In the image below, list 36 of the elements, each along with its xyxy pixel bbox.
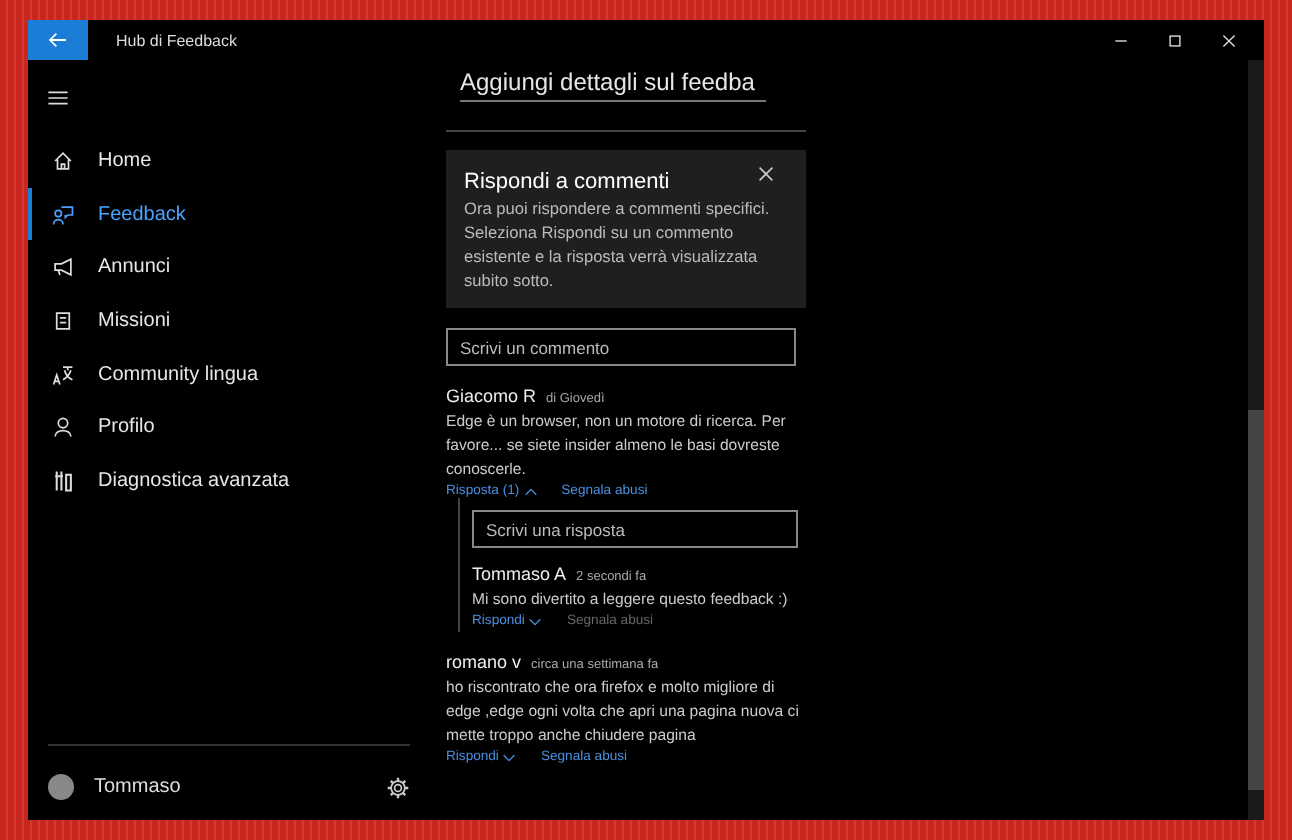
close-icon[interactable] [758, 166, 774, 182]
tools-icon [52, 469, 74, 492]
scrollbar[interactable] [1248, 60, 1264, 820]
caret-icon [523, 487, 538, 495]
tip-text: Ora puoi rispondere a commenti specifici. Seleziona Rispondi su un commento esistente e la risposta verrà visualizzata subito sotto. [464, 196, 772, 292]
scroll-icon [52, 309, 74, 332]
maximize-icon[interactable] [1168, 33, 1182, 47]
home-icon [52, 149, 74, 172]
back-arrow-icon [48, 32, 68, 48]
sidebar-item[interactable]: Feedback [28, 187, 430, 241]
settings-icon[interactable] [386, 775, 410, 799]
back-button[interactable] [28, 20, 88, 60]
avatar[interactable] [48, 774, 74, 800]
caret-icon [502, 753, 517, 761]
comment-author: Giacomo R [446, 386, 537, 406]
reply-field[interactable]: Scrivi una risposta [472, 510, 798, 548]
sidebar-item[interactable]: Annunci [28, 240, 430, 295]
sidebar-item[interactable]: Community lingua [28, 347, 430, 401]
sidebar-item[interactable]: Profilo [28, 400, 430, 455]
comment-field[interactable]: Scrivi un commento [446, 328, 796, 366]
person-speech-icon [52, 203, 74, 226]
person-icon [52, 416, 74, 439]
caret-icon [528, 617, 543, 625]
sidebar-item[interactable]: Missioni [28, 294, 430, 348]
details-dropdown[interactable]: Aggiungi dettagli sul feedba [460, 68, 766, 102]
comment-author: romano v [446, 652, 522, 672]
language-icon [52, 363, 74, 386]
user-name: Tommaso [94, 776, 183, 798]
megaphone-icon [52, 256, 74, 279]
window-title: Hub di Feedback [116, 31, 239, 49]
sidebar-item[interactable]: Diagnostica avanzata [28, 454, 430, 508]
close-icon[interactable] [1222, 33, 1236, 47]
comment-author: Tommaso A [472, 564, 567, 584]
tip-title: Rispondi a commenti [464, 170, 670, 194]
menu-icon[interactable] [48, 90, 68, 106]
sidebar-item[interactable]: Home [28, 134, 430, 188]
